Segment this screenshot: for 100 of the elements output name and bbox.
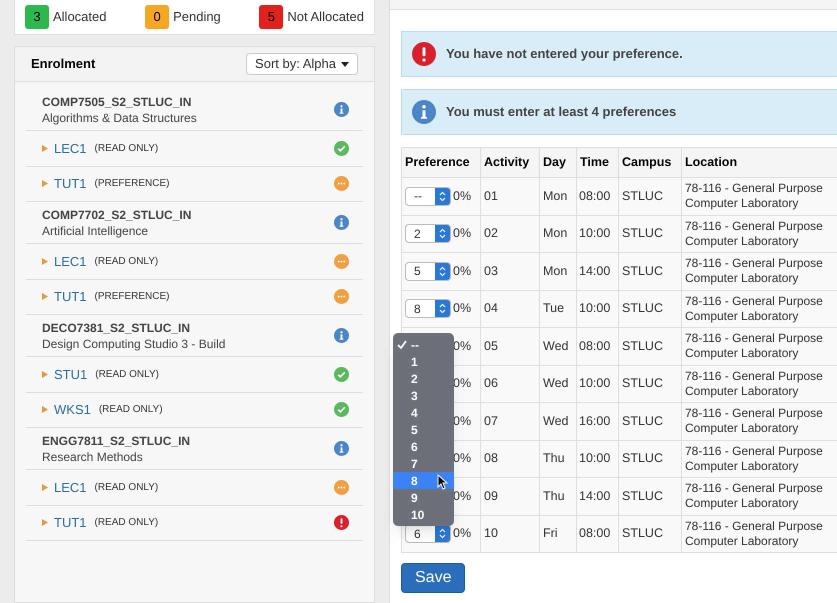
percent-text: 0%: [453, 412, 472, 430]
percent-text: 0%: [453, 225, 472, 242]
preference-select[interactable]: --: [405, 186, 451, 206]
dropdown-option[interactable]: 8: [393, 472, 454, 489]
sort-dropdown[interactable]: Sort by: Alpha: [246, 53, 358, 75]
table-cell: 10:00: [576, 215, 618, 252]
activity-link[interactable]: LEC1: [54, 478, 87, 497]
table-cell: 07: [480, 402, 540, 440]
triangle-icon: [42, 370, 48, 378]
table-cell: 10: [480, 515, 540, 552]
table-cell: STLUC: [618, 440, 682, 478]
alert-text: You have not entered your preference.: [446, 45, 683, 64]
activity-link[interactable]: TUT1: [54, 174, 86, 194]
table-cell: 08:00: [576, 178, 618, 215]
table-cell: STLUC: [618, 328, 682, 365]
dropdown-option[interactable]: --: [393, 336, 454, 353]
dropdown-option[interactable]: 6: [393, 438, 454, 455]
summary-label: Allocated: [53, 8, 106, 26]
activity-link[interactable]: LEC1: [54, 252, 87, 271]
table-cell: 02: [480, 215, 540, 252]
triangle-icon: [42, 406, 48, 414]
save-button[interactable]: Save: [401, 563, 466, 593]
activity-link[interactable]: TUT1: [54, 287, 86, 306]
activity-link[interactable]: TUT1: [54, 513, 86, 532]
table-cell: STLUC: [618, 478, 682, 515]
table-cell: 16:00: [576, 402, 618, 440]
course-code: COMP7702_S2_STLUC_IN: [42, 206, 192, 222]
percent-text: 0%: [453, 488, 472, 505]
course-code: DECO7381_S2_STLUC_IN: [42, 320, 192, 336]
count-badge: 0: [145, 5, 170, 29]
table-cell: 06: [480, 365, 540, 402]
percent-text: 0%: [453, 338, 472, 355]
count-badge: 3: [25, 5, 49, 29]
dropdown-option[interactable]: 10: [393, 506, 454, 523]
table-cell: Wed: [540, 402, 576, 440]
table-cell: 10:00: [576, 290, 618, 328]
activity-mode: (READ ONLY): [94, 480, 158, 495]
course-code: ENGG7811_S2_STLUC_IN: [42, 432, 190, 448]
triangle-icon: [42, 144, 48, 152]
stepper-icon: [439, 228, 446, 240]
table-cell: 03: [480, 252, 540, 290]
info-icon: [334, 215, 349, 230]
dropdown-option[interactable]: 4: [393, 404, 454, 421]
table-cell: STLUC: [618, 178, 682, 215]
course-name: Algorithms & Data Structures: [42, 110, 197, 126]
triangle-icon: [42, 293, 48, 300]
course-name: Research Methods: [42, 448, 144, 464]
column-header: Location: [682, 148, 837, 178]
table-cell: STLUC: [618, 215, 682, 252]
preference-select[interactable]: 2: [405, 224, 451, 244]
table-cell: STLUC: [618, 252, 682, 290]
table-cell: Tue: [540, 290, 576, 328]
checkmark-icon: [397, 340, 407, 349]
cursor-icon: [437, 474, 448, 490]
table-cell: Mon: [540, 178, 576, 215]
dropdown-option[interactable]: 2: [393, 370, 454, 387]
table-cell: Mon: [540, 252, 576, 290]
percent-text: 0%: [453, 262, 472, 280]
table-cell: 08:00: [576, 328, 618, 365]
activity-link[interactable]: WKS1: [54, 400, 91, 420]
activity-link[interactable]: STU1: [54, 364, 88, 384]
stepper-icon: [439, 528, 446, 540]
activity-mode: (PREFERENCE): [94, 290, 170, 304]
table-cell: Fri: [540, 515, 576, 552]
info-icon: [334, 328, 349, 343]
activity-link[interactable]: LEC1: [54, 138, 87, 158]
activity-mode: (READ ONLY): [94, 516, 158, 530]
percent-text: 0%: [453, 450, 472, 468]
table-cell: 04: [480, 290, 540, 328]
dropdown-option[interactable]: 1: [393, 353, 454, 370]
table-cell: STLUC: [618, 402, 682, 440]
percent-text: 0%: [453, 188, 472, 205]
percent-text: 0%: [453, 300, 472, 318]
dropdown-option[interactable]: 9: [393, 489, 454, 506]
table-cell: Wed: [540, 328, 576, 365]
table-cell: 01: [480, 178, 540, 215]
dropdown-option[interactable]: 7: [393, 455, 454, 472]
activity-mode: (READ ONLY): [98, 403, 163, 418]
percent-text: 0%: [453, 375, 472, 392]
table-cell: 05: [480, 328, 540, 365]
percent-text: 0%: [453, 525, 472, 542]
triangle-icon: [42, 258, 48, 265]
activity-mode: (READ ONLY): [94, 142, 158, 156]
triangle-icon: [42, 519, 48, 526]
alert-text: You must enter at least 4 preferences: [446, 103, 676, 122]
column-header: Time: [576, 148, 618, 178]
dropdown-option[interactable]: 5: [393, 421, 454, 438]
course-name: Design Computing Studio 3 - Build: [42, 336, 226, 352]
dropdown-option[interactable]: 3: [393, 387, 454, 404]
stepper-icon: [439, 190, 446, 202]
table-cell: 08: [480, 440, 540, 478]
table-cell: Thu: [540, 440, 576, 478]
table-cell: Thu: [540, 478, 576, 515]
preference-select[interactable]: 8: [405, 299, 451, 318]
column-header: Preference: [402, 148, 480, 178]
preference-select[interactable]: 5: [405, 262, 451, 281]
triangle-icon: [42, 484, 48, 491]
stepper-icon: [439, 266, 446, 277]
table-cell: 14:00: [576, 478, 618, 515]
triangle-icon: [42, 180, 48, 188]
